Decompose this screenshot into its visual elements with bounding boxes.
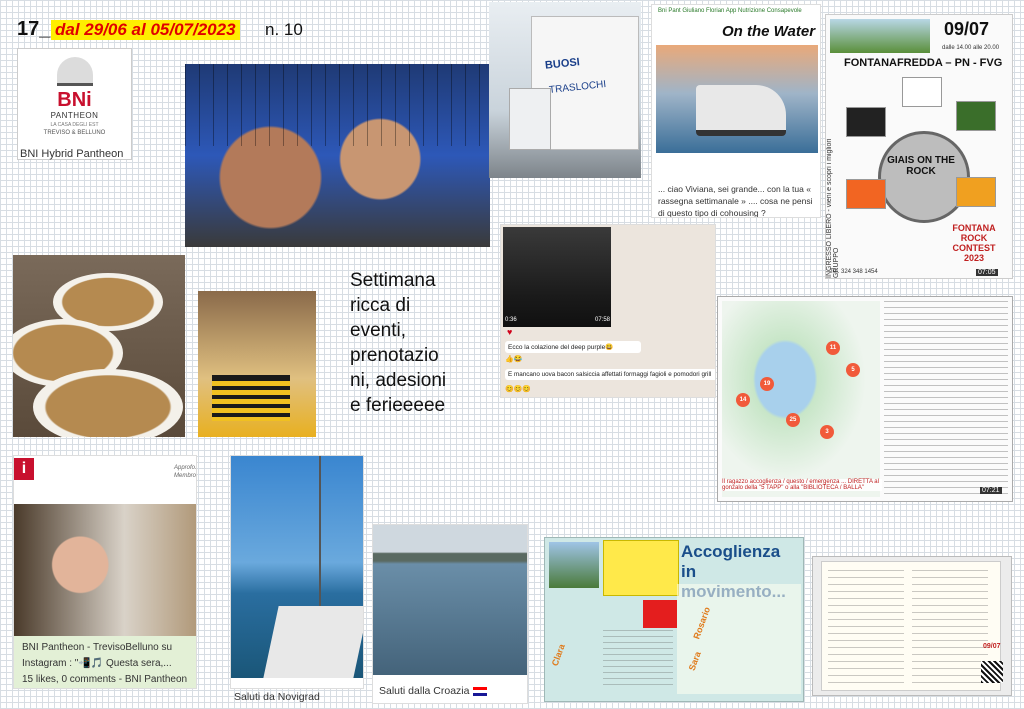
date-range: dal 29/06 al 05/07/2023 xyxy=(51,20,240,40)
document-date: 09/07 xyxy=(983,643,1001,650)
instagram-link-preview[interactable]: i Approfo... Membro BNI Pantheon - Trevi… xyxy=(13,455,197,689)
bni-region: TREVISO & BELLUNO xyxy=(43,130,106,136)
accoglienza-flyer[interactable]: Accoglienza in movimento... Rosario Sara… xyxy=(544,537,804,702)
croatia-flag-icon xyxy=(473,686,488,696)
food-bowl xyxy=(33,369,183,437)
post-comment: ... ciao Viviana, sei grande... con la t… xyxy=(658,184,813,218)
event-date: 09/07 xyxy=(944,19,990,39)
map-pin: 3 xyxy=(820,425,834,439)
member-portrait-photo xyxy=(14,504,196,636)
boat-deck xyxy=(263,606,363,678)
qr-code-icon[interactable] xyxy=(981,661,1003,683)
bni-wordmark: BNi xyxy=(57,89,92,111)
sponsor-logo xyxy=(846,179,886,209)
map-legend xyxy=(884,301,1008,497)
poster-side-text: INGRESSO LIBERO - vieni e scopri i migli… xyxy=(826,138,840,278)
document-column xyxy=(912,570,988,686)
summary-line: eventi, xyxy=(350,320,406,341)
issue-label: n. 10 xyxy=(265,20,303,39)
sponsor-logo xyxy=(956,101,996,131)
bni-logo-icon: i xyxy=(14,458,34,480)
sponsor-logo xyxy=(902,77,942,107)
flyer-text-block xyxy=(603,630,673,690)
croatia-photo-card[interactable]: Saluti dalla Croazia xyxy=(372,524,528,704)
photo-caption: Saluti da Novigrad xyxy=(234,691,320,703)
photo-caption: Saluti dalla Croazia xyxy=(379,685,488,697)
message-time: 07:58 xyxy=(595,317,611,323)
truck-cab xyxy=(509,88,551,150)
newsletter-header: 17_ dal 29/06 al 05/07/2023 n. 10 xyxy=(17,14,317,44)
chat-message: Ecco la colazione del deep purple😃 xyxy=(505,341,641,353)
caption-line: 15 likes, 0 comments - BNI Pantheon - xyxy=(22,674,188,685)
map-pin: 5 xyxy=(846,363,860,377)
flyer-red-box xyxy=(643,600,677,628)
message-reactions: 👍😂 xyxy=(505,356,523,363)
video-timecode: 07:21 xyxy=(980,487,1002,494)
map-pin: 19 xyxy=(760,377,774,391)
map-pin: 14 xyxy=(736,393,750,407)
summary-line: ni, adesioni xyxy=(350,370,447,391)
bni-tagline: LA CASA DEGLI EST xyxy=(50,122,99,128)
sponsor-logo xyxy=(956,177,996,207)
flyer-photo xyxy=(549,542,599,588)
message-reactions: 😊😊😊 xyxy=(505,386,532,393)
caption-line: Instagram : "📲🎵 Questa sera,... xyxy=(22,658,172,669)
event-program-document[interactable]: 09/07 xyxy=(812,556,1012,696)
bni-chapter-name: PANTHEON xyxy=(50,111,99,120)
video-thumbnail[interactable] xyxy=(503,227,611,327)
caption-line: BNI Pantheon - TrevisoBelluno su xyxy=(22,642,173,653)
map-note: Il ragazzo accoglienza / questo / emerge… xyxy=(722,479,882,491)
chat-message: E mancano uova bacon salsiccia affettati… xyxy=(505,369,715,380)
pantheon-dome-icon xyxy=(57,57,93,86)
sea-photo xyxy=(373,525,527,675)
butter-packets xyxy=(212,381,290,421)
document-page xyxy=(821,561,1001,691)
event-map[interactable]: 19 14 25 11 5 3 Il ragazzo accoglienza /… xyxy=(717,296,1013,502)
summary-line: prenotazio xyxy=(350,345,439,366)
document-column xyxy=(828,570,904,686)
breakfast-bowls-photo[interactable] xyxy=(13,255,185,437)
map-pin: 25 xyxy=(786,413,800,427)
post-title: On the Water xyxy=(722,23,816,40)
padel-net xyxy=(185,64,490,147)
preview-header-text: Approfo... Membro xyxy=(174,465,197,479)
on-the-water-post[interactable]: Bni Pant Giuliano Florian App Nutrizione… xyxy=(651,4,821,218)
band-name: GIAIS ON THE ROCK xyxy=(887,155,955,177)
map-pin: 11 xyxy=(826,341,840,355)
post-body-text xyxy=(658,155,816,179)
video-timecode: 07:05 xyxy=(976,269,998,276)
event-town: FONTANAFREDDA – PN - FVG xyxy=(844,57,1003,69)
novigrad-photo-card[interactable] xyxy=(230,455,364,689)
rock-event-poster[interactable]: 09/07 dalle 14.00 alle 20.00 FONTANAFRED… xyxy=(825,14,1013,279)
issue-number: 17_ xyxy=(17,18,51,40)
event-phone: Tel. 324 348 1454 xyxy=(830,269,878,275)
summary-line: ricca di xyxy=(350,295,411,316)
houseboat-icon xyxy=(696,85,786,136)
padel-selfie-photo[interactable] xyxy=(185,64,490,247)
sailboat-photo xyxy=(231,456,363,678)
houseboat-photo xyxy=(656,45,818,153)
summary-line: e ferieeeee xyxy=(350,395,446,416)
post-author-tag: Bni Pant Giuliano Florian App Nutrizione… xyxy=(658,8,802,14)
poster-landscape-photo xyxy=(830,19,930,53)
flyer-text-panel xyxy=(677,584,801,694)
flyer-title: Accoglienza xyxy=(681,542,781,561)
heart-icon: ♥ xyxy=(507,327,513,337)
video-duration: 0:36 xyxy=(505,317,517,323)
bni-logo-caption: BNI Hybrid Pantheon xyxy=(20,148,124,160)
contest-label: FONTANA ROCK CONTEST 2023 xyxy=(952,223,996,263)
sponsor-logo xyxy=(846,107,886,137)
flyer-name: Clara xyxy=(549,642,567,668)
park-map: 19 14 25 11 5 3 xyxy=(722,301,880,497)
bread-basket-photo[interactable] xyxy=(198,291,316,437)
flyer-note xyxy=(603,540,679,596)
summary-line: Settimana xyxy=(350,270,436,291)
whatsapp-chat-screenshot[interactable]: 0:36 07:58 ♥ Ecco la colazione del deep … xyxy=(500,224,716,398)
link-preview-caption[interactable]: BNI Pantheon - TrevisoBelluno su Instagr… xyxy=(14,636,196,688)
week-summary-text: Settimana ricca di eventi, prenotazio ni… xyxy=(350,268,478,440)
caption-text: Saluti dalla Croazia xyxy=(379,685,470,697)
bni-logo-card[interactable]: BNi PANTHEON LA CASA DEGLI EST TREVISO &… xyxy=(17,48,132,160)
moving-truck-photo[interactable]: BUOSI TRASLOCHI xyxy=(489,2,641,178)
event-time: dalle 14.00 alle 20.00 xyxy=(942,45,1000,51)
